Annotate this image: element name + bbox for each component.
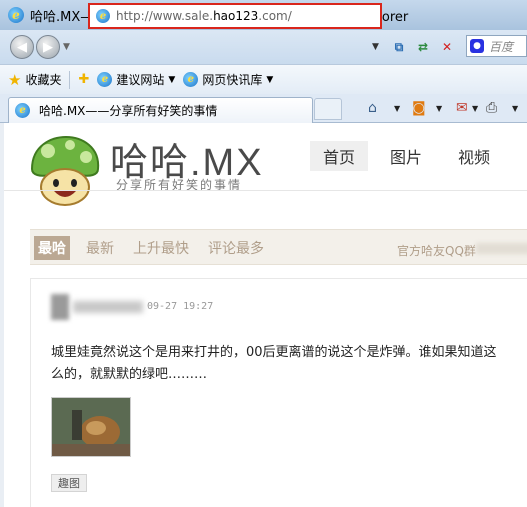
username-redacted[interactable] (73, 301, 143, 313)
tab-newest[interactable]: 最新 (86, 236, 114, 260)
stop-icon[interactable]: ✕ (438, 38, 456, 56)
tab-page-icon: e (15, 103, 30, 118)
post-text-line-1: 城里娃竟然说这个是用来打井的，00后更离谱的说这个是炸弹。谁如果知道这 (51, 345, 497, 360)
tab-hottest[interactable]: 最哈 (34, 236, 70, 260)
post-text-line-2: 么的，就默默的绿吧……… (51, 367, 208, 382)
add-favorite-icon[interactable]: ✚ (78, 72, 89, 87)
tab-bar: e 哈哈.MX——分享所有好笑的事情 (0, 94, 527, 123)
search-box[interactable]: ● 百度 (466, 35, 527, 57)
site-header: 哈哈.MX 分享所有好笑的事情 首页 图片 视频 (0, 123, 527, 215)
web-slice-gallery-link[interactable]: e 网页快讯库 ▼ (183, 71, 273, 88)
print-dropdown-icon[interactable]: ▼ (512, 104, 518, 113)
compatibility-view-icon[interactable]: ⧉ (390, 38, 408, 56)
tab-title: 哈哈.MX——分享所有好笑的事情 (39, 104, 218, 118)
suggested-sites-label: 建议网站 (116, 73, 165, 87)
history-dropdown-icon[interactable]: ▼ (63, 42, 70, 52)
page-icon: e (96, 9, 110, 23)
favorites-bar: ★ 收藏夹 ✚ e 建议网站 ▼ e 网页快讯库 ▼ (0, 64, 527, 94)
mail-icon[interactable]: ✉ (456, 100, 468, 116)
new-tab-button[interactable] (314, 98, 342, 120)
mail-dropdown-icon[interactable]: ▼ (472, 104, 478, 113)
suggested-sites-icon: e (97, 72, 113, 87)
home-dropdown-icon[interactable]: ▼ (394, 104, 400, 113)
search-placeholder[interactable]: 百度 (489, 38, 513, 55)
web-slice-label: 网页快讯库 (202, 73, 263, 87)
favorites-label: 收藏夹 (25, 73, 62, 87)
print-icon[interactable]: ⎙ (486, 100, 497, 116)
tab-active[interactable]: e 哈哈.MX——分享所有好笑的事情 (8, 97, 313, 123)
tab-rising-fastest[interactable]: 上升最快 (133, 236, 189, 260)
post-image[interactable] (51, 397, 131, 457)
back-button[interactable]: ◀ (10, 35, 34, 59)
nav-videos[interactable]: 视频 (448, 141, 500, 171)
qq-group-label: 官方哈友QQ群 (397, 244, 476, 258)
avatar[interactable] (51, 294, 69, 320)
address-dropdown-icon[interactable]: ▼ (372, 42, 379, 52)
address-url[interactable]: http://www.sale.hao123.com/ (116, 9, 292, 23)
chevron-down-icon: ▼ (168, 74, 176, 85)
mushroom-mascot-logo[interactable] (28, 135, 102, 207)
header-divider (0, 190, 527, 191)
address-bar[interactable]: e http://www.sale.hao123.com/ (88, 3, 382, 29)
post-tag[interactable]: 趣图 (51, 474, 87, 492)
tab-most-comments[interactable]: 评论最多 (208, 236, 264, 260)
qq-group-number-redacted (476, 243, 527, 254)
post-timestamp: 09-27 19:27 (147, 301, 214, 312)
nav-pictures[interactable]: 图片 (380, 141, 432, 171)
favorites-button[interactable]: ★ 收藏夹 (8, 71, 61, 89)
feeds-dropdown-icon[interactable]: ▼ (436, 104, 442, 113)
baidu-icon: ● (470, 39, 484, 53)
favorites-star-icon: ★ (8, 70, 22, 89)
web-slice-icon: e (183, 72, 199, 87)
post-image-content (52, 398, 130, 456)
favorites-divider (69, 70, 71, 89)
post-body: 城里娃竟然说这个是用来打井的，00后更离谱的说这个是炸弹。谁如果知道这 么的，就… (51, 342, 527, 386)
post-card: 09-27 19:27 城里娃竟然说这个是用来打井的，00后更离谱的说这个是炸弹… (30, 278, 527, 507)
nav-home[interactable]: 首页 (310, 141, 368, 171)
page-left-border (0, 123, 4, 507)
chevron-down-icon: ▼ (266, 74, 274, 85)
sort-tabs: 最哈 最新 上升最快 评论最多 官方哈友QQ群 (30, 229, 527, 265)
home-icon[interactable]: ⌂ (368, 100, 377, 116)
forward-button[interactable]: ▶ (36, 35, 60, 59)
feeds-icon[interactable]: ◙ (412, 100, 426, 116)
refresh-icon[interactable]: ⇄ (414, 38, 432, 56)
suggested-sites-link[interactable]: e 建议网站 ▼ (97, 71, 175, 88)
ie-logo-icon: e (8, 7, 24, 23)
page-viewport: 哈哈.MX 分享所有好笑的事情 首页 图片 视频 最哈 最新 上升最快 评论最多… (0, 123, 527, 507)
